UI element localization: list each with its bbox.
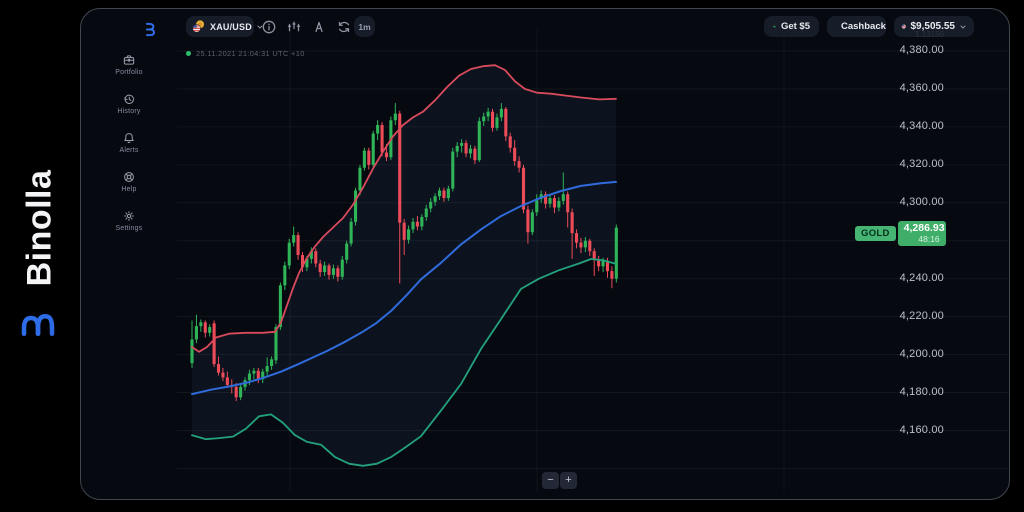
chevron-down-icon: [960, 25, 966, 29]
bell-icon: [124, 133, 134, 144]
sidebar-item-label: Settings: [115, 225, 143, 232]
gift-icon: [773, 25, 776, 28]
asset-selector[interactable]: XAU/USD: [186, 16, 263, 37]
live-status-dot: [186, 51, 191, 56]
gear-icon: [124, 211, 134, 221]
get-bonus-label: Get $5: [780, 21, 810, 32]
price-axis-label: 4,220.00: [899, 309, 944, 322]
get-bonus-button[interactable]: Get $5: [764, 16, 819, 37]
sidebar-item-history[interactable]: History: [81, 84, 177, 123]
zoom-controls: − +: [542, 472, 577, 489]
session-info: 25.11.2021 21:04:31 UTC +10: [186, 49, 305, 58]
sidebar-item-alerts[interactable]: Alerts: [81, 123, 177, 162]
sidebar-item-settings[interactable]: Settings: [81, 201, 177, 240]
briefcase-icon: [123, 55, 135, 65]
price-axis-label: 4,240.00: [899, 271, 944, 284]
sidebar-item-label: Help: [121, 186, 137, 193]
price-axis-label: 4,320.00: [899, 157, 944, 170]
zoom-out-button[interactable]: −: [542, 472, 559, 489]
session-datetime: 25.11.2021 21:04:31 UTC +10: [196, 49, 305, 58]
price-axis-label: 4,340.00: [899, 119, 944, 132]
sidebar: Portfolio History Alerts Help Settings: [81, 9, 177, 499]
lifebuoy-icon: [124, 172, 134, 182]
asset-name-tag: GOLD: [855, 226, 896, 241]
brand-wordmark: Binolla: [20, 169, 59, 287]
info-button[interactable]: [260, 18, 278, 36]
timeframe-label: 1m: [358, 21, 371, 32]
price-axis-label: 4,160.00: [899, 423, 944, 436]
text-tool-icon: [315, 21, 323, 33]
refresh-icon: [338, 21, 350, 33]
ghost-price-label: 1.13150: [915, 30, 944, 39]
indicators-button[interactable]: [285, 18, 303, 36]
current-price-box: 4,286.93 48:16: [897, 221, 946, 246]
price-axis-label: 4,200.00: [899, 347, 944, 360]
current-price: 4,286.93: [903, 222, 945, 234]
history-icon: [124, 94, 134, 104]
brand-rail: Binolla: [0, 0, 80, 512]
price-axis-label: 4,180.00: [899, 385, 944, 398]
sidebar-item-help[interactable]: Help: [81, 162, 177, 201]
timeframe-button[interactable]: 1m: [354, 16, 375, 37]
sidebar-item-portfolio[interactable]: Portfolio: [81, 45, 177, 84]
current-price-badge: GOLD 4,286.93 48:16: [855, 221, 946, 246]
sidebar-item-label: Alerts: [119, 147, 139, 154]
binolla-logo-icon: [21, 313, 55, 337]
gold-usd-pair-icon: [192, 20, 205, 33]
sidebar-item-label: Portfolio: [115, 69, 143, 76]
price-axis-label: 4,360.00: [899, 81, 944, 94]
info-icon: [262, 20, 276, 34]
indicators-icon: [287, 21, 301, 32]
trading-app-window: Portfolio History Alerts Help Settings X…: [80, 8, 1010, 500]
price-axis-label: 4,380.00: [899, 44, 944, 56]
trade-timer: 48:16: [918, 234, 940, 244]
sidebar-nav: Portfolio History Alerts Help Settings: [81, 45, 177, 240]
asset-pair-label: XAU/USD: [210, 21, 252, 32]
zoom-in-button[interactable]: +: [560, 472, 577, 489]
screenshot-stage: Binolla Portfolio History Alerts Help Settin…: [0, 0, 1024, 512]
drawing-button[interactable]: [310, 18, 328, 36]
binolla-logo-icon[interactable]: [142, 20, 159, 39]
refresh-button[interactable]: [335, 18, 353, 36]
sidebar-item-label: History: [117, 108, 141, 115]
price-axis-label: 4,300.00: [899, 195, 944, 208]
